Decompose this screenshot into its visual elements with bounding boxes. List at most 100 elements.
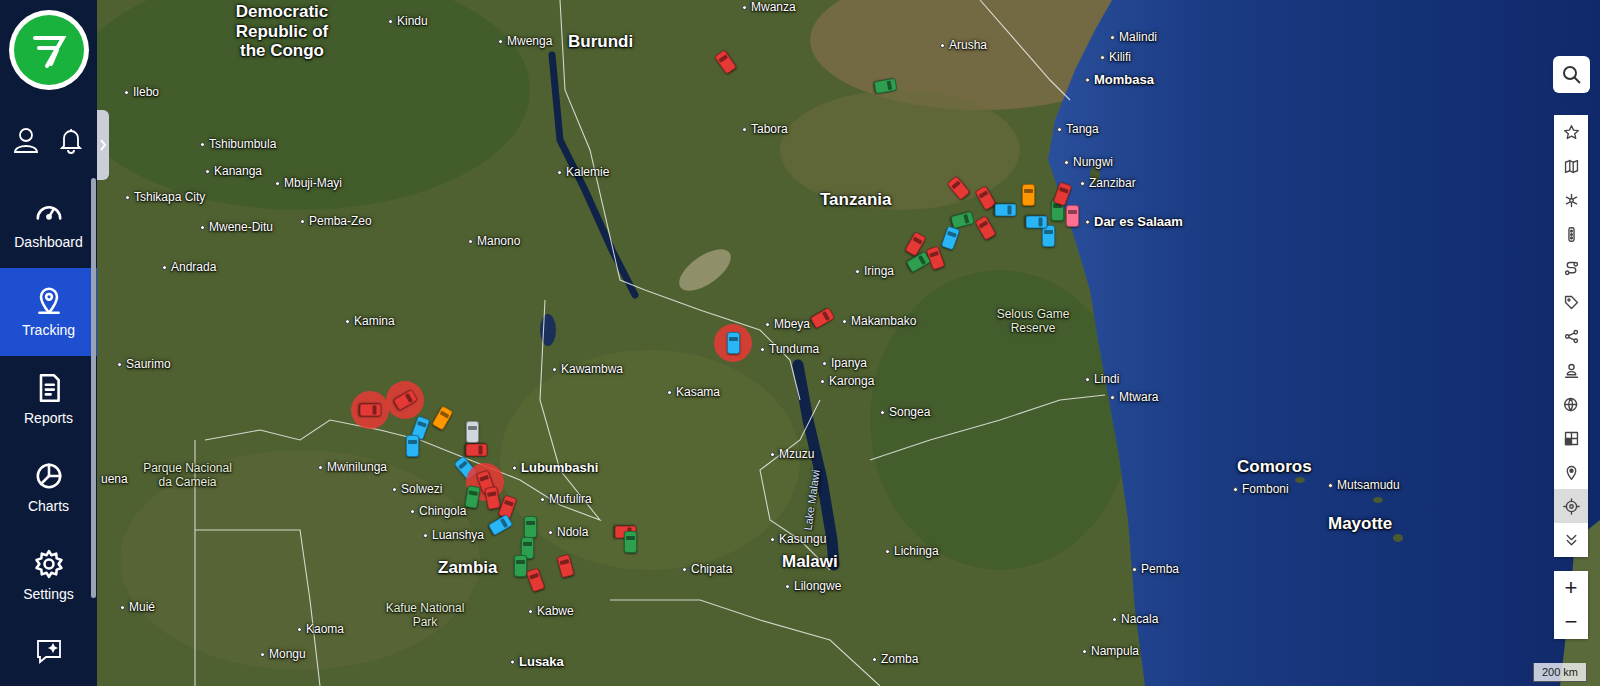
map-label: Lichinga bbox=[885, 545, 939, 559]
map-label: Kabwe bbox=[528, 605, 574, 619]
map-tool-button[interactable] bbox=[1554, 353, 1588, 387]
map-tool-button[interactable] bbox=[1554, 421, 1588, 455]
windshield bbox=[529, 573, 539, 580]
truck-icon[interactable] bbox=[1022, 184, 1035, 206]
map-label: Makambako bbox=[842, 315, 916, 329]
map-label: Tshibumbula bbox=[200, 138, 276, 152]
map-tool-button[interactable] bbox=[1554, 115, 1588, 149]
map[interactable]: Democratic Republic of the Congo Kindu Mwa… bbox=[97, 0, 1600, 686]
map-label: Lindi bbox=[1085, 373, 1119, 387]
document-icon bbox=[33, 372, 65, 404]
truck-icon[interactable] bbox=[359, 404, 381, 417]
map-tool-button[interactable] bbox=[1554, 387, 1588, 421]
city-dot bbox=[1085, 220, 1090, 225]
satellite-icon bbox=[1563, 192, 1580, 209]
map-tool-button[interactable] bbox=[1554, 217, 1588, 251]
windshield bbox=[523, 542, 532, 546]
city-dot bbox=[742, 127, 747, 132]
windshield bbox=[408, 440, 417, 444]
map-label: Nacala bbox=[1112, 613, 1158, 627]
map-label: Nampula bbox=[1082, 645, 1139, 659]
map-label: Kilifi bbox=[1100, 51, 1131, 65]
map-tool-button[interactable] bbox=[1554, 455, 1588, 489]
grid-icon bbox=[1563, 430, 1580, 447]
city-dot bbox=[120, 605, 125, 610]
city-dot bbox=[1085, 377, 1090, 382]
collapse-toggle[interactable] bbox=[97, 110, 109, 180]
map-label: Kaoma bbox=[297, 623, 344, 637]
city-dot bbox=[124, 90, 129, 95]
user-icon[interactable] bbox=[11, 125, 41, 155]
map-label: Democratic Republic of the Congo bbox=[222, 2, 342, 61]
truck-icon[interactable] bbox=[727, 332, 740, 354]
windshield bbox=[468, 426, 477, 430]
traffic-light-icon bbox=[1563, 226, 1580, 243]
city-dot bbox=[540, 497, 545, 502]
city-dot bbox=[760, 347, 765, 352]
bell-icon[interactable] bbox=[56, 125, 86, 155]
map-label: Dar es Salaam bbox=[1085, 215, 1183, 230]
windshield bbox=[1024, 189, 1033, 193]
map-tool-button[interactable] bbox=[1554, 183, 1588, 217]
sidebar-item[interactable]: Settings bbox=[0, 532, 97, 620]
map-label: Pemba bbox=[1132, 563, 1179, 577]
sidebar-item[interactable]: Dashboard bbox=[0, 180, 97, 268]
windshield bbox=[1058, 187, 1068, 194]
map-label: Parque Nacional da Cameia bbox=[140, 462, 235, 490]
city-dot bbox=[682, 567, 687, 572]
truck-icon[interactable] bbox=[1066, 205, 1079, 227]
map-tool-button[interactable] bbox=[1554, 489, 1588, 523]
city-dot bbox=[1233, 487, 1238, 492]
windshield bbox=[499, 518, 507, 528]
sidebar-item[interactable]: Tracking bbox=[0, 268, 97, 356]
map-tool-button[interactable] bbox=[1554, 523, 1588, 557]
sidebar-item[interactable]: Charts bbox=[0, 444, 97, 532]
city-dot bbox=[557, 170, 562, 175]
logo-icon[interactable] bbox=[9, 10, 89, 90]
map-label: Mayotte bbox=[1328, 514, 1392, 534]
truck-icon[interactable] bbox=[1025, 216, 1047, 229]
map-label: Mwene-Ditu bbox=[200, 221, 273, 235]
map-tool-button[interactable] bbox=[1554, 285, 1588, 319]
city-dot bbox=[885, 549, 890, 554]
map-tool-button[interactable] bbox=[1554, 251, 1588, 285]
map-label: uena bbox=[101, 473, 128, 487]
windshield bbox=[1038, 218, 1042, 227]
city-dot bbox=[940, 43, 945, 48]
star-icon bbox=[1563, 124, 1580, 141]
city-dot bbox=[1064, 160, 1069, 165]
chat-icon[interactable] bbox=[34, 636, 64, 666]
map-label: Kasungu bbox=[770, 533, 826, 547]
city-dot bbox=[498, 39, 503, 44]
scrollbar[interactable] bbox=[91, 178, 96, 598]
zoom-out-button[interactable]: − bbox=[1554, 605, 1588, 639]
truck-icon[interactable] bbox=[514, 555, 527, 577]
windshield bbox=[372, 406, 376, 415]
windshield bbox=[946, 231, 956, 238]
map-label: Ipanya bbox=[822, 357, 867, 371]
zoom-in-button[interactable]: + bbox=[1554, 571, 1588, 605]
city-dot bbox=[200, 225, 205, 230]
truck-icon[interactable] bbox=[624, 531, 637, 553]
map-tool-button[interactable] bbox=[1554, 319, 1588, 353]
windshield bbox=[1044, 230, 1053, 234]
truck-icon[interactable] bbox=[466, 421, 479, 443]
map-label: Comoros bbox=[1237, 457, 1312, 477]
map-label: Kafue National Park bbox=[385, 602, 465, 630]
map-label: Nungwi bbox=[1064, 156, 1113, 170]
truck-icon[interactable] bbox=[524, 516, 537, 538]
map-tool-button[interactable] bbox=[1554, 149, 1588, 183]
map-label: Mwanza bbox=[742, 1, 796, 15]
map-label: Arusha bbox=[940, 39, 987, 53]
truck-icon[interactable] bbox=[465, 444, 487, 457]
truck-icon[interactable] bbox=[406, 435, 419, 457]
map-label: Mwenga bbox=[498, 35, 552, 49]
truck-icon[interactable] bbox=[994, 204, 1016, 217]
city-dot bbox=[842, 319, 847, 324]
map-label: Lusaka bbox=[510, 655, 564, 670]
city-dot bbox=[318, 465, 323, 470]
search-button[interactable] bbox=[1553, 56, 1590, 93]
sidebar-item[interactable]: Reports bbox=[0, 356, 97, 444]
map-label: Kindu bbox=[388, 15, 428, 29]
city-dot bbox=[388, 19, 393, 24]
